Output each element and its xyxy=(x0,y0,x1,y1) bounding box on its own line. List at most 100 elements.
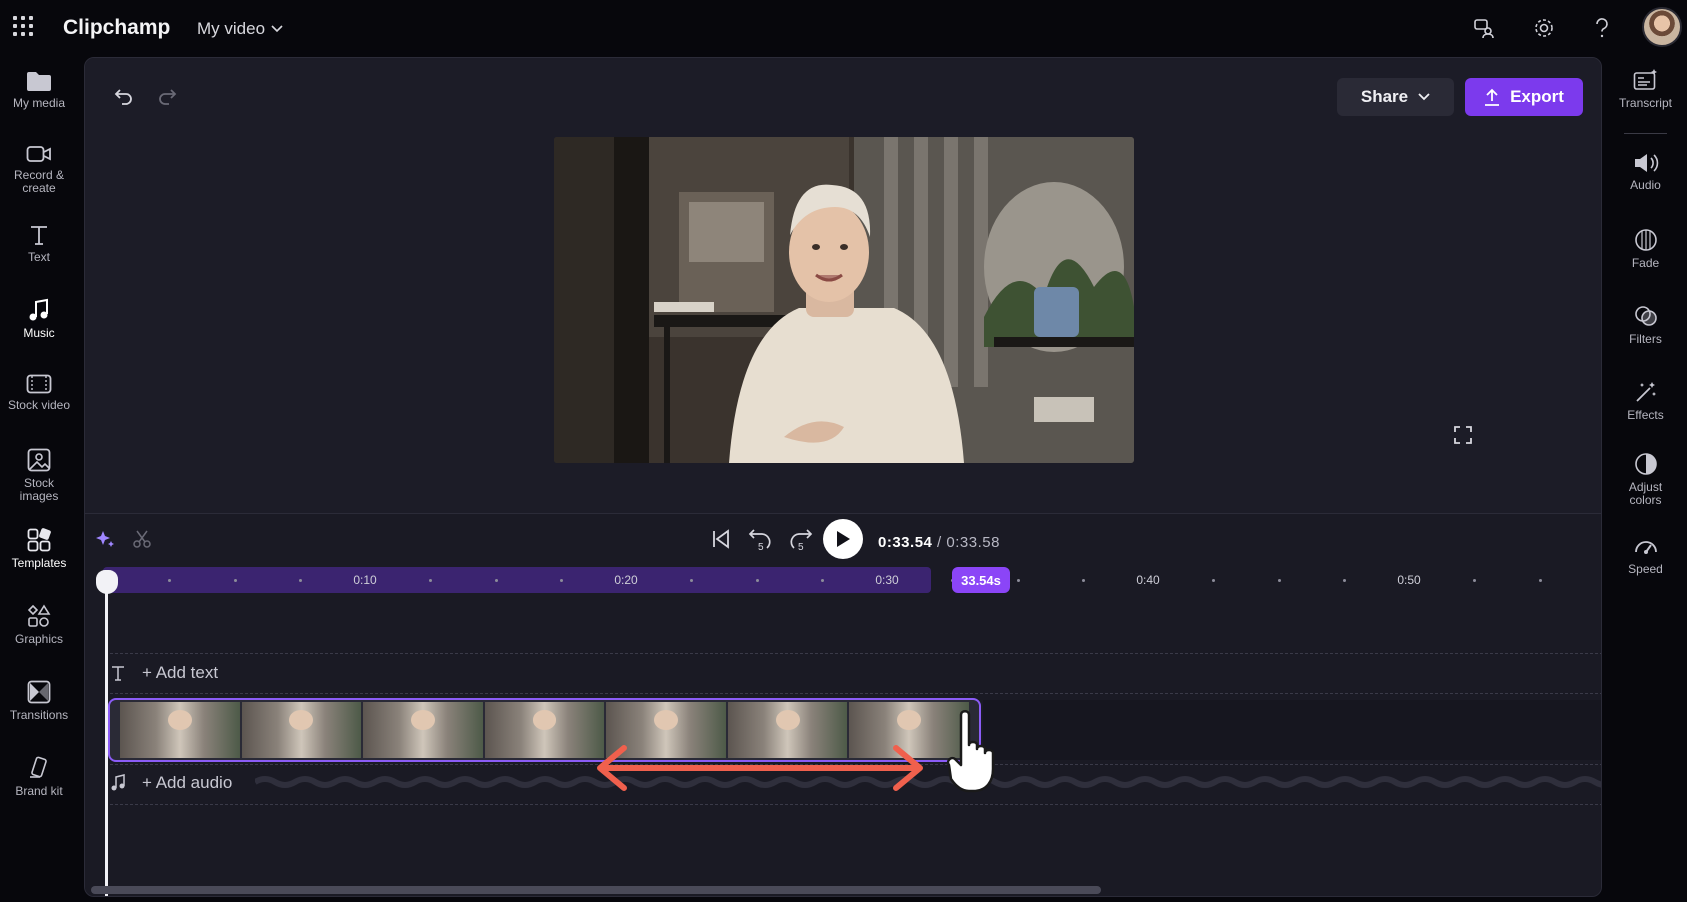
sidebar-item-brand-kit[interactable]: Brand kit xyxy=(0,756,78,798)
editor-workspace: Share Export 5 5 0:33.54 / 0:33.58 0:10 … xyxy=(84,57,1602,897)
play-button[interactable] xyxy=(823,519,863,559)
panel-item-label: Fade xyxy=(1631,256,1660,270)
ruler-dot xyxy=(1016,579,1020,582)
panel-item-filters[interactable]: Filters xyxy=(1604,304,1687,346)
ai-sparkle-button[interactable] xyxy=(93,527,117,551)
ruler-dot xyxy=(298,579,302,582)
panel-item-audio[interactable]: Audio xyxy=(1604,152,1687,192)
image-icon xyxy=(27,448,51,472)
video-frame-image xyxy=(554,137,1134,463)
feedback-icon[interactable] xyxy=(1470,14,1498,42)
export-button[interactable]: Export xyxy=(1465,78,1583,116)
sidebar-item-stock-images[interactable]: Stock images xyxy=(0,448,78,503)
sidebar-item-stock-video[interactable]: Stock video xyxy=(0,374,78,412)
sidebar-item-label: Stock images xyxy=(19,476,59,503)
camera-icon xyxy=(26,146,51,162)
timeline-ruler[interactable]: 0:10 0:20 0:30 0:40 0:50 33.54s xyxy=(103,567,1601,593)
panel-item-label: Adjust colors xyxy=(1628,480,1663,507)
sidebar-item-label: Record & create xyxy=(13,168,65,195)
sidebar-item-my-media[interactable]: My media xyxy=(0,70,78,110)
share-label: Share xyxy=(1360,87,1409,106)
tick-label: 0:10 xyxy=(353,573,377,587)
rewind-seconds: 5 xyxy=(758,542,764,553)
sidebar-item-label: Stock video xyxy=(7,398,71,412)
undo-button[interactable] xyxy=(110,82,138,110)
forward-5s-button[interactable]: 5 xyxy=(785,524,815,554)
panel-item-speed[interactable]: Speed xyxy=(1604,534,1687,576)
sidebar-item-label: Graphics xyxy=(14,632,64,646)
undo-icon xyxy=(114,89,132,105)
hand-cursor-icon xyxy=(947,710,995,793)
rewind-5s-button[interactable]: 5 xyxy=(746,524,776,554)
video-preview[interactable] xyxy=(554,137,1134,463)
transition-icon xyxy=(27,680,51,704)
total-duration: / 0:33.58 xyxy=(937,534,1000,551)
sidebar-item-label: Music xyxy=(23,326,55,340)
left-sidebar: My media Record & create Text Music Stoc… xyxy=(0,56,78,902)
sidebar-item-text[interactable]: Text xyxy=(0,224,78,264)
sidebar-item-label: Brand kit xyxy=(15,784,63,798)
fade-icon xyxy=(1634,229,1657,251)
current-time: 0:33.54 xyxy=(878,534,933,551)
user-avatar[interactable] xyxy=(1642,7,1682,47)
templates-icon xyxy=(27,528,51,552)
top-bar: Clipchamp My video xyxy=(0,0,1687,56)
brand-kit-icon xyxy=(30,756,47,778)
folder-icon xyxy=(27,72,51,91)
redo-button[interactable] xyxy=(153,82,181,110)
magic-wand-icon xyxy=(1635,382,1656,402)
help-icon[interactable] xyxy=(1588,14,1616,42)
panel-item-transcript[interactable]: Transcript xyxy=(1604,68,1687,110)
sidebar-item-label: My media xyxy=(12,96,65,110)
playhead-time-badge: 33.54s xyxy=(952,567,1010,593)
chevron-down-icon xyxy=(1418,93,1430,101)
tick-label: 0:20 xyxy=(614,573,638,587)
timeline-scrollbar[interactable] xyxy=(91,886,1101,894)
fullscreen-button[interactable] xyxy=(1450,422,1476,448)
playhead[interactable] xyxy=(105,580,108,896)
ruler-dot xyxy=(233,579,237,582)
sparkle-icon xyxy=(96,531,114,547)
project-title: My video xyxy=(197,19,266,38)
video-track-empty xyxy=(983,700,1601,760)
settings-gear-icon[interactable] xyxy=(1530,14,1558,42)
music-note-icon xyxy=(29,298,48,321)
split-button[interactable] xyxy=(130,527,154,551)
playhead-handle[interactable] xyxy=(96,570,118,594)
sidebar-item-transitions[interactable]: Transitions xyxy=(0,680,78,722)
track-divider xyxy=(110,804,1601,805)
panel-item-adjust-colors[interactable]: Adjust colors xyxy=(1604,452,1687,507)
ruler-dot xyxy=(1342,579,1346,582)
play-icon xyxy=(837,531,850,547)
add-text-track[interactable]: + Add text xyxy=(110,657,218,689)
track-divider xyxy=(110,693,1601,694)
right-properties-panel: Transcript Audio Fade Filters Effects Ad… xyxy=(1604,56,1687,902)
tick-label: 0:50 xyxy=(1397,573,1421,587)
add-audio-label: + Add audio xyxy=(142,773,233,792)
music-note-icon xyxy=(111,774,125,791)
project-title-dropdown[interactable]: My video xyxy=(197,19,283,39)
panel-item-effects[interactable]: Effects xyxy=(1604,380,1687,422)
ruler-dot xyxy=(1473,579,1477,582)
chevron-down-icon xyxy=(271,25,283,33)
add-audio-track[interactable]: + Add audio xyxy=(110,767,232,799)
clip-thumbnail xyxy=(241,702,362,758)
sidebar-item-graphics[interactable]: Graphics xyxy=(0,604,78,646)
sidebar-item-record-create[interactable]: Record & create xyxy=(0,144,78,195)
share-button[interactable]: Share xyxy=(1337,78,1454,116)
redo-icon xyxy=(159,89,177,105)
forward-seconds: 5 xyxy=(798,542,804,553)
skip-to-start-icon xyxy=(713,529,729,549)
panel-item-fade[interactable]: Fade xyxy=(1604,228,1687,270)
ruler-dot xyxy=(1277,579,1281,582)
app-launcher-icon[interactable] xyxy=(13,16,33,36)
sidebar-item-templates[interactable]: Templates xyxy=(0,528,78,570)
skip-to-start-button[interactable] xyxy=(708,526,734,552)
sidebar-item-music[interactable]: Music xyxy=(0,298,78,340)
speedometer-icon xyxy=(1634,541,1657,554)
played-range xyxy=(103,567,931,593)
clip-thumbnail xyxy=(120,702,240,758)
upload-icon xyxy=(1485,88,1500,106)
clip-thumbnail xyxy=(363,702,483,758)
tick-label: 0:40 xyxy=(1136,573,1160,587)
